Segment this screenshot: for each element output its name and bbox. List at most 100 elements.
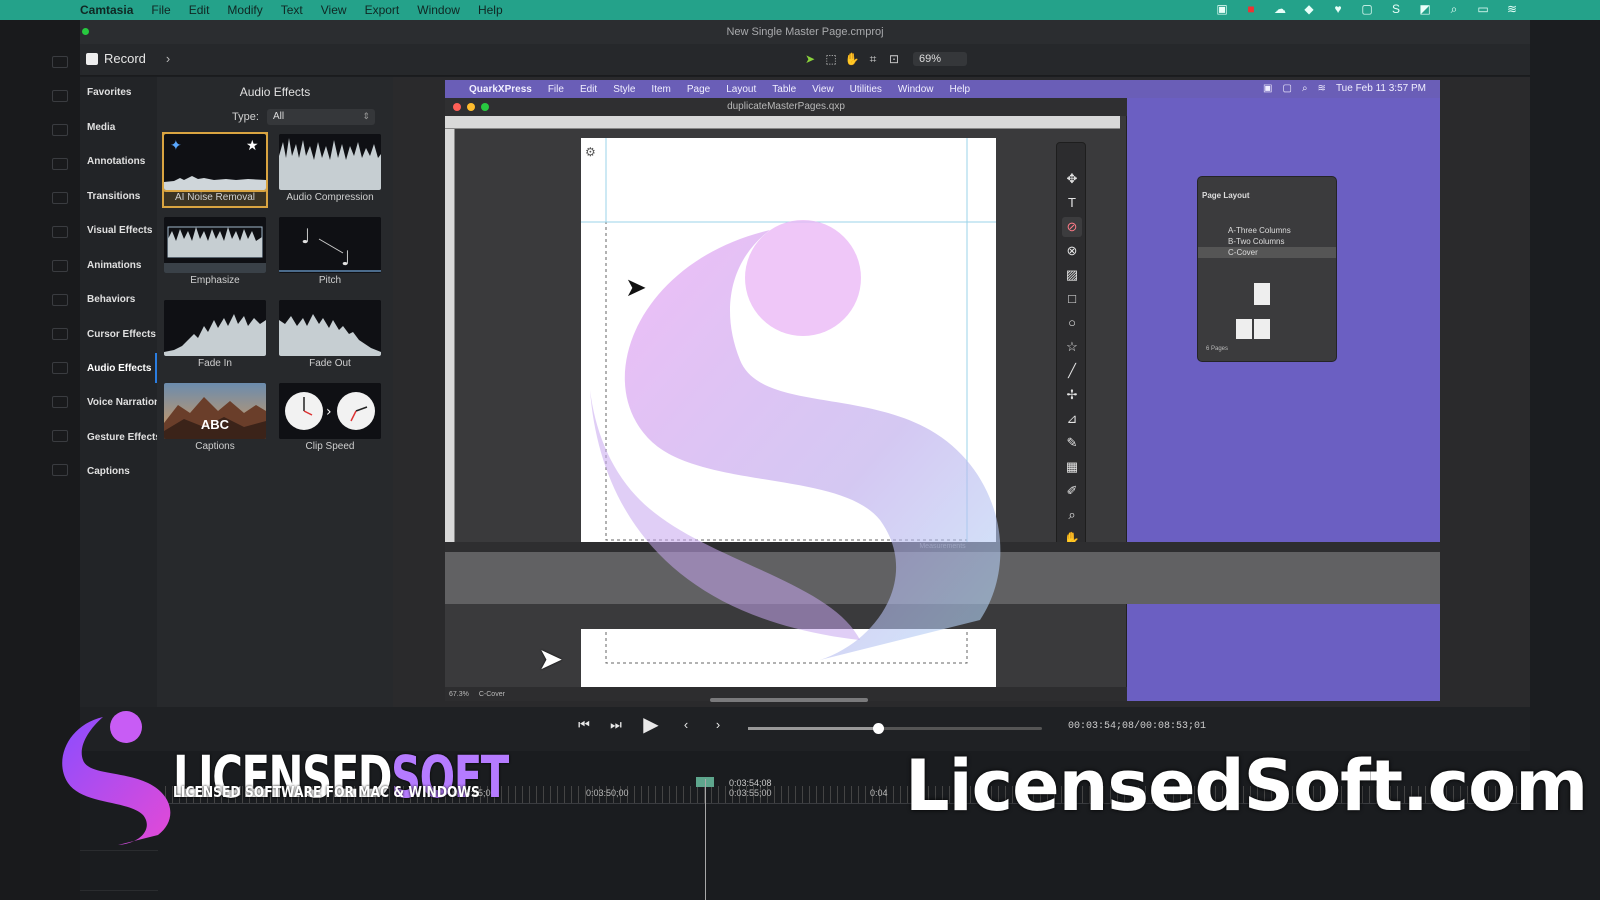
scrubber-progress [748, 727, 879, 730]
tab-gesture-effects[interactable]: Gesture Effects [87, 432, 161, 443]
playback-scrubber[interactable] [748, 723, 1042, 734]
effect-audio-compression[interactable]: Audio Compression [279, 134, 381, 206]
chevron-right-icon[interactable]: › [166, 51, 170, 66]
strip-icon [52, 226, 68, 238]
effect-thumbnail: ♩ ♩ [279, 217, 381, 273]
effect-fade-out[interactable]: Fade Out [279, 300, 381, 372]
quark-document-window: duplicateMasterPages.qxp ⚙ ✥ T ⊘ ⊗ ▨ □ ○… [445, 98, 1127, 702]
effect-clip-speed[interactable]: › Clip Speed [279, 383, 381, 455]
tab-media[interactable]: Media [87, 122, 115, 133]
s-app-icon[interactable]: S [1388, 2, 1404, 17]
window-title: New Single Master Page.cmproj [726, 26, 884, 38]
menubar: Camtasia File Edit Modify Text View Expo… [0, 0, 1600, 20]
play-icon[interactable]: ▶ [639, 715, 663, 735]
strip-icon [52, 158, 68, 170]
zoom-select[interactable]: 69% [913, 52, 967, 66]
tab-behaviors[interactable]: Behaviors [87, 294, 135, 305]
record-icon [86, 52, 98, 65]
zoom-window-button[interactable] [82, 28, 89, 35]
crop-tool-icon[interactable]: ⌗ [865, 51, 881, 67]
effect-label: Audio Compression [286, 192, 374, 203]
creative-cloud-icon[interactable]: ☁ [1272, 2, 1288, 17]
effect-emphasize[interactable]: Emphasize [164, 217, 266, 289]
menu-modify[interactable]: Modify [218, 3, 271, 17]
effect-thumbnail [164, 217, 266, 273]
previous-frame-icon[interactable]: ‹ [677, 715, 695, 735]
document-page: ⚙ [581, 138, 996, 543]
step-forward-icon[interactable]: ⏭ [607, 715, 625, 735]
arrow-tool-icon[interactable]: ➤ [802, 51, 818, 67]
dropbox-icon[interactable]: ◆ [1301, 2, 1317, 17]
step-back-icon[interactable]: ⏮ [575, 715, 593, 735]
menu-export[interactable]: Export [356, 3, 409, 17]
window-icon[interactable]: ▢ [1359, 2, 1375, 17]
master-b-two-columns: B-Two Columns [1228, 237, 1285, 246]
quark-tool-palette: ✥ T ⊘ ⊗ ▨ □ ○ ☆ ╱ ✢ ⊿ ✎ ▦ ✐ ⌕ ✋ [1056, 142, 1086, 594]
quark-page-name: C-Cover [478, 690, 505, 698]
strip-icon [52, 294, 68, 306]
licensedsoft-domain-watermark: LicensedSoft.com [905, 745, 1588, 827]
fit-tool-icon[interactable]: ⊡ [886, 51, 902, 67]
menu-edit[interactable]: Edit [180, 3, 219, 17]
svg-text:★: ★ [246, 138, 259, 154]
track-header[interactable] [80, 851, 158, 891]
effect-captions[interactable]: ABC Captions [164, 383, 266, 455]
strip-icon [52, 90, 68, 102]
quark-tray: ▣ ▢ ⌕ ≋ Tue Feb 11 3:57 PM [1263, 83, 1426, 94]
chart-icon[interactable]: ◩ [1417, 2, 1433, 17]
effect-pitch[interactable]: ♩ ♩ Pitch [279, 217, 381, 289]
record-label: Record [104, 51, 146, 66]
recorded-quark-screen[interactable]: QuarkXPress File Edit Style Item Page La… [445, 80, 1440, 702]
library-title: Audio Effects [239, 85, 311, 99]
effect-label: Emphasize [190, 275, 240, 286]
menu-text[interactable]: Text [272, 3, 312, 17]
tab-cursor-effects[interactable]: Cursor Effects [87, 329, 156, 340]
playhead-line[interactable] [705, 779, 706, 900]
quark-menu-edit: Edit [579, 83, 598, 95]
menu-view[interactable]: View [312, 3, 356, 17]
tab-favorites[interactable]: Favorites [87, 87, 131, 98]
timecode-display: 00:03:54;08/00:08:53;01 [1068, 721, 1207, 732]
effect-thumbnail: ✦ ★ [162, 132, 268, 192]
menu-help[interactable]: Help [469, 3, 512, 17]
record-indicator-icon[interactable]: ■ [1243, 2, 1259, 17]
menu-window[interactable]: Window [408, 3, 469, 17]
svg-text:♩: ♩ [301, 224, 310, 248]
playhead-time: 0:03:54;08 [729, 778, 772, 788]
strip-icon [52, 396, 68, 408]
pen-tool-icon: ✢ [1066, 387, 1078, 402]
hand-tool-icon[interactable]: ✋ [844, 51, 860, 67]
type-select[interactable]: All [267, 109, 375, 125]
tab-animations[interactable]: Animations [87, 260, 141, 271]
tab-voice-narration[interactable]: Voice Narration [87, 397, 160, 408]
next-frame-icon[interactable]: › [709, 715, 727, 735]
text-path-tool-icon: ⊿ [1066, 411, 1078, 426]
tab-transitions[interactable]: Transitions [87, 191, 140, 202]
star-tool-icon: ☆ [1066, 339, 1078, 354]
effect-thumbnail [279, 134, 381, 190]
wifi-icon[interactable]: ≋ [1504, 2, 1520, 17]
horizontal-ruler [445, 116, 1120, 129]
tab-annotations[interactable]: Annotations [87, 156, 145, 167]
screen-icon[interactable]: ▣ [1214, 2, 1230, 17]
tab-audio-effects[interactable]: Audio Effects [87, 363, 151, 374]
battery-icon[interactable]: ▭ [1475, 2, 1491, 17]
screen: Camtasia File Edit Modify Text View Expo… [0, 0, 1600, 900]
licensedsoft-s-mark [62, 711, 171, 845]
menubar-tray: ▣ ■ ☁ ◆ ♥ ▢ S ◩ ⌕ ▭ ≋ [1214, 2, 1520, 17]
timeline-tick-label: 0:03:55;00 [729, 788, 772, 798]
menu-app-name[interactable]: Camtasia [0, 3, 142, 17]
scrubber-knob[interactable] [873, 723, 884, 734]
tab-captions[interactable]: Captions [87, 466, 130, 477]
record-button[interactable]: Record › [86, 51, 170, 66]
menu-file[interactable]: File [142, 3, 179, 17]
effect-ai-noise-removal[interactable]: ✦ ★ AI Noise Removal [162, 132, 268, 208]
search-icon[interactable]: ⌕ [1446, 2, 1462, 17]
edit-tool-icon[interactable]: ⬚ [823, 51, 839, 67]
line-tool-icon: ╱ [1068, 363, 1076, 378]
heart-icon[interactable]: ♥ [1330, 2, 1346, 17]
toolbar: Record › ➤ ⬚ ✋ ⌗ ⊡ 69% [80, 44, 1530, 76]
vertical-ruler [445, 129, 455, 549]
effect-fade-in[interactable]: Fade In [164, 300, 266, 372]
tab-visual-effects[interactable]: Visual Effects [87, 225, 152, 236]
